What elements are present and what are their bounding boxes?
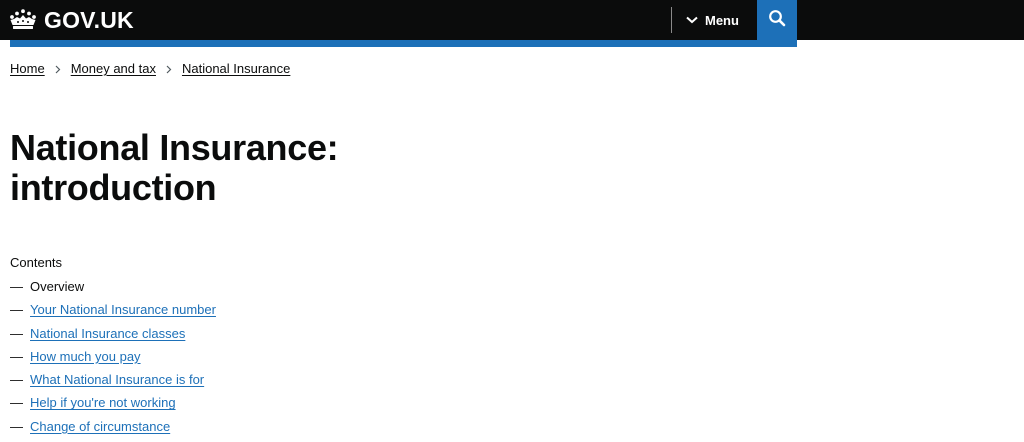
search-icon: [768, 9, 786, 32]
chevron-down-icon: [686, 16, 705, 24]
contents-link-ni-classes[interactable]: National Insurance classes: [30, 325, 185, 343]
header-container: GOV.UK Menu: [0, 0, 797, 40]
page-title: National Insurance: introduction: [10, 128, 530, 208]
contents-link-what-ni-is-for[interactable]: What National Insurance is for: [30, 371, 204, 389]
contents-item-overview: — Overview: [10, 278, 216, 301]
dash-marker: —: [10, 325, 23, 341]
page-title-line1: National Insurance:: [10, 127, 339, 168]
header-accent-bar: [10, 40, 797, 47]
chevron-right-icon: [166, 65, 172, 74]
dash-marker: —: [10, 279, 23, 294]
contents-item-current: Overview: [30, 279, 85, 294]
contents-link-help-not-working[interactable]: Help if you're not working: [30, 394, 176, 412]
contents-heading: Contents: [10, 255, 63, 270]
contents-item: — Help if you're not working: [10, 394, 216, 417]
dash-marker: —: [10, 348, 23, 364]
contents-link-ni-number[interactable]: Your National Insurance number: [30, 301, 216, 319]
menu-button[interactable]: Menu: [686, 0, 739, 40]
dash-marker: —: [10, 418, 23, 434]
contents-item: — National Insurance classes: [10, 325, 216, 348]
search-button[interactable]: [757, 0, 797, 40]
contents-item: — Change of circumstance: [10, 418, 216, 441]
crown-icon: [8, 8, 38, 32]
breadcrumb-money-and-tax[interactable]: Money and tax: [71, 60, 156, 78]
page-title-line2: introduction: [10, 167, 217, 208]
breadcrumb-national-insurance[interactable]: National Insurance: [182, 60, 290, 78]
breadcrumb: Home Money and tax National Insurance: [10, 60, 290, 78]
site-header: GOV.UK Menu: [0, 0, 1024, 40]
chevron-right-icon: [55, 65, 61, 74]
contents-list: — Overview — Your National Insurance num…: [10, 278, 216, 441]
breadcrumb-home[interactable]: Home: [10, 60, 45, 78]
menu-divider: [671, 7, 672, 33]
contents-item: — How much you pay: [10, 348, 216, 371]
logo-text: GOV.UK: [44, 7, 134, 33]
contents-link-how-much-you-pay[interactable]: How much you pay: [30, 348, 141, 366]
dash-marker: —: [10, 395, 23, 411]
dash-marker: —: [10, 302, 23, 318]
menu-label: Menu: [705, 12, 739, 28]
contents-link-change-of-circumstance[interactable]: Change of circumstance: [30, 418, 170, 436]
govuk-logo-link[interactable]: GOV.UK: [8, 6, 134, 34]
contents-item: — What National Insurance is for: [10, 371, 216, 394]
contents-item: — Your National Insurance number: [10, 301, 216, 324]
dash-marker: —: [10, 372, 23, 388]
